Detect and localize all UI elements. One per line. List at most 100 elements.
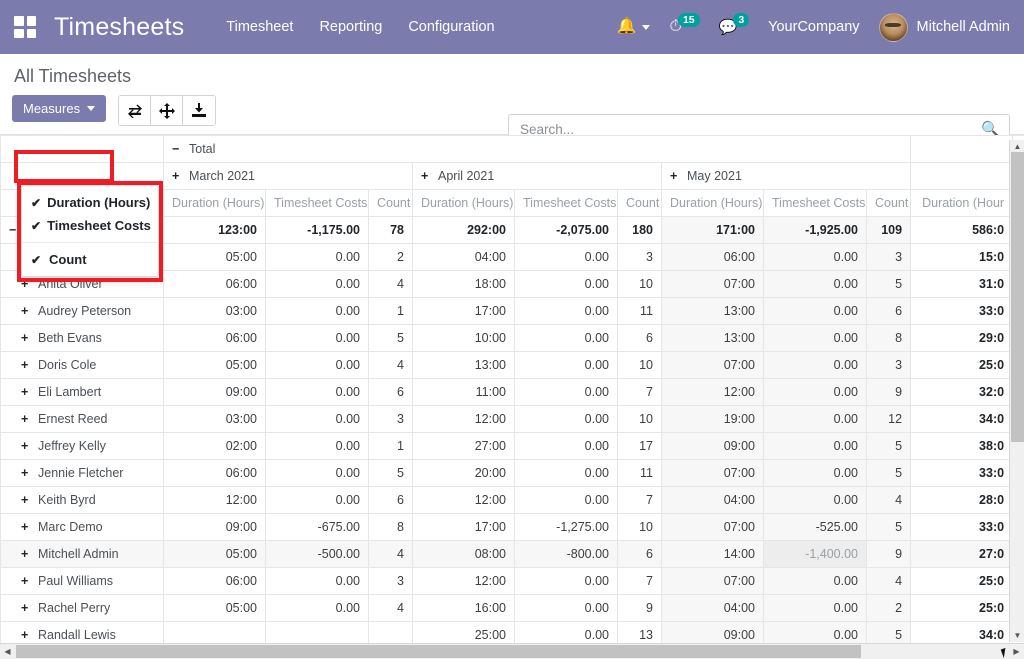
expand-toggle-icon[interactable]: + xyxy=(172,169,184,183)
cell-value[interactable]: 09:00 xyxy=(163,513,266,541)
table-row[interactable]: + Rachel Perry 05:00 0.00 4 16:00 0.00 9 … xyxy=(0,594,1024,622)
cell-value[interactable]: 0.00 xyxy=(514,486,618,514)
cell-value-hovered[interactable]: -1,400.00 xyxy=(763,540,867,568)
cell-value[interactable]: 5 xyxy=(368,459,413,487)
cell-value[interactable]: 78 xyxy=(368,216,413,244)
cell-value[interactable]: 29:0 xyxy=(910,324,1014,352)
cell-value[interactable]: 0.00 xyxy=(514,432,618,460)
cell-value[interactable]: 7 xyxy=(617,378,662,406)
table-row[interactable]: + Ernest Reed 03:00 0.00 3 12:00 0.00 10 … xyxy=(0,405,1024,433)
column-group-april-2021[interactable]: + April 2021 xyxy=(412,162,662,190)
cell-value[interactable]: 0.00 xyxy=(763,351,867,379)
cell-value[interactable]: 11:00 xyxy=(412,378,515,406)
cell-value[interactable]: 33:0 xyxy=(910,297,1014,325)
cell-value[interactable]: 109 xyxy=(865,216,912,244)
cell-value[interactable]: 1 xyxy=(368,432,413,460)
cell-value[interactable]: 11 xyxy=(617,459,662,487)
cell-value[interactable]: 0.00 xyxy=(265,297,369,325)
cell-value[interactable]: 38:0 xyxy=(910,432,1014,460)
cell-value[interactable]: 0.00 xyxy=(514,405,618,433)
cell-value[interactable]: 5 xyxy=(865,270,912,298)
expand-toggle-icon[interactable]: + xyxy=(21,277,33,291)
cell-value[interactable]: 6 xyxy=(368,378,413,406)
row-header-audrey-peterson[interactable]: + Audrey Peterson xyxy=(0,297,164,325)
table-row[interactable]: + Audrey Peterson 03:00 0.00 1 17:00 0.00… xyxy=(0,297,1024,325)
cell-value[interactable]: 5 xyxy=(865,432,912,460)
column-group-total[interactable]: − Total xyxy=(162,135,912,163)
cell-value[interactable]: 17:00 xyxy=(412,297,515,325)
cell-value[interactable]: 0.00 xyxy=(265,243,369,271)
menu-item-timesheet[interactable]: Timesheet xyxy=(226,19,293,35)
column-group-march-2021[interactable]: + March 2021 xyxy=(163,162,413,190)
horizontal-scrollbar[interactable]: ◀ ▶ xyxy=(0,643,1024,659)
cell-value[interactable]: 10 xyxy=(617,351,662,379)
cell-value[interactable]: 05:00 xyxy=(163,594,266,622)
cell-value[interactable]: 12:00 xyxy=(412,486,515,514)
user-menu[interactable]: Mitchell Admin xyxy=(878,12,1010,42)
cell-value[interactable]: 0.00 xyxy=(514,567,618,595)
cell-value[interactable]: 07:00 xyxy=(661,351,764,379)
measure-item-duration-hours[interactable]: ✔ Duration (Hours) xyxy=(22,191,158,214)
expand-toggle-icon[interactable]: + xyxy=(21,331,33,345)
cell-value[interactable]: 8 xyxy=(865,324,912,352)
cell-value[interactable]: 5 xyxy=(865,459,912,487)
cell-value[interactable]: 0.00 xyxy=(514,324,618,352)
cell-value[interactable]: 0.00 xyxy=(265,270,369,298)
cell-value[interactable]: -675.00 xyxy=(265,513,369,541)
cell-value[interactable]: 10:00 xyxy=(412,324,515,352)
cell-value[interactable]: 0.00 xyxy=(763,378,867,406)
cell-value[interactable]: 9 xyxy=(865,378,912,406)
cell-value[interactable]: 4 xyxy=(368,540,413,568)
cell-value[interactable]: 0.00 xyxy=(763,297,867,325)
cell-value[interactable]: 25:00 xyxy=(412,621,515,645)
cell-value[interactable]: 06:00 xyxy=(163,459,266,487)
cell-value[interactable]: 3 xyxy=(865,351,912,379)
cell-value[interactable]: 12 xyxy=(865,405,912,433)
cell-value[interactable]: 12:00 xyxy=(163,486,266,514)
cell-value[interactable]: 5 xyxy=(368,324,413,352)
row-header-jeffrey-kelly[interactable]: + Jeffrey Kelly xyxy=(0,432,164,460)
collapse-toggle-icon[interactable]: − xyxy=(9,223,21,237)
cell-value[interactable]: 0.00 xyxy=(265,378,369,406)
cell-value[interactable]: 25:0 xyxy=(910,351,1014,379)
flip-axis-icon[interactable] xyxy=(119,96,152,125)
scroll-down-arrow-icon[interactable]: ▼ xyxy=(1010,629,1024,642)
company-switcher[interactable]: YourCompany xyxy=(768,19,859,35)
row-header-rachel-perry[interactable]: + Rachel Perry xyxy=(0,594,164,622)
cell-value[interactable]: 2 xyxy=(368,243,413,271)
cell-value[interactable]: 03:00 xyxy=(163,405,266,433)
measure-header-duration-march[interactable]: Duration (Hours) xyxy=(163,189,266,217)
row-header-jennie-fletcher[interactable]: + Jennie Fletcher xyxy=(0,459,164,487)
row-header-doris-cole[interactable]: + Doris Cole xyxy=(0,351,164,379)
expand-toggle-icon[interactable]: + xyxy=(21,493,33,507)
row-header-ernest-reed[interactable]: + Ernest Reed xyxy=(0,405,164,433)
cell-value[interactable]: 7 xyxy=(617,486,662,514)
cell-value[interactable]: 0.00 xyxy=(763,405,867,433)
cell-value[interactable]: -525.00 xyxy=(763,513,867,541)
cell-value[interactable]: 06:00 xyxy=(163,270,266,298)
menu-item-reporting[interactable]: Reporting xyxy=(319,19,382,35)
cell-value[interactable]: 0.00 xyxy=(265,324,369,352)
cell-value[interactable]: -800.00 xyxy=(514,540,618,568)
cell-value[interactable]: 171:00 xyxy=(661,216,764,244)
cell-value[interactable]: 5 xyxy=(865,621,912,645)
expand-toggle-icon[interactable]: + xyxy=(21,466,33,480)
scroll-left-arrow-icon[interactable]: ◀ xyxy=(0,644,15,659)
cell-value[interactable]: 0.00 xyxy=(265,351,369,379)
cell-value[interactable]: 16:00 xyxy=(412,594,515,622)
cell-value[interactable]: -1,925.00 xyxy=(763,216,867,244)
cell-value[interactable]: 13:00 xyxy=(412,351,515,379)
table-row[interactable]: + Paul Williams 06:00 0.00 3 12:00 0.00 7… xyxy=(0,567,1024,595)
cell-value[interactable]: 32:0 xyxy=(910,378,1014,406)
measures-button[interactable]: Measures xyxy=(12,95,107,122)
table-row[interactable]: + Jeffrey Kelly 02:00 0.00 1 27:00 0.00 1… xyxy=(0,432,1024,460)
cell-value[interactable]: 6 xyxy=(865,297,912,325)
cell-value[interactable]: 10 xyxy=(617,405,662,433)
cell-value[interactable]: 0.00 xyxy=(514,351,618,379)
cell-value[interactable]: 05:00 xyxy=(163,243,266,271)
cell-value[interactable]: 13:00 xyxy=(661,297,764,325)
measure-header-duration-april[interactable]: Duration (Hours) xyxy=(412,189,515,217)
cell-value[interactable]: 4 xyxy=(368,351,413,379)
row-header-eli-lambert[interactable]: + Eli Lambert xyxy=(0,378,164,406)
cell-value[interactable]: 14:00 xyxy=(661,540,764,568)
